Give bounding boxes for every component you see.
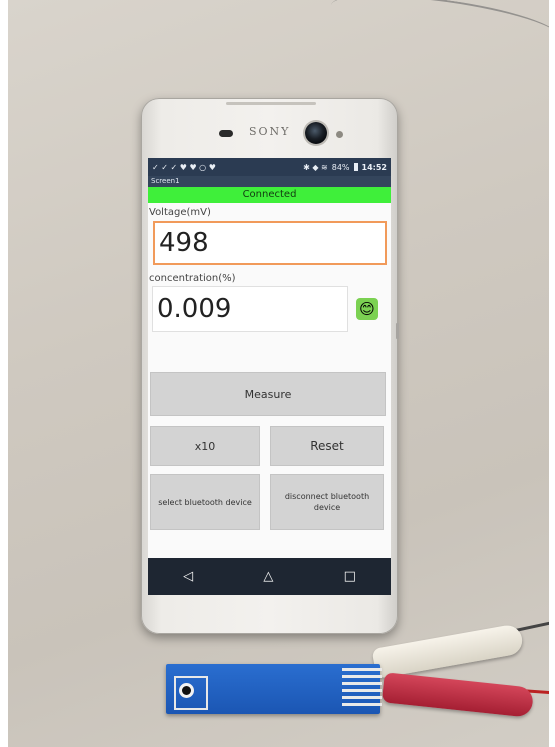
select-bluetooth-button[interactable]: select bluetooth device	[150, 474, 260, 530]
system-icons: ✱ ◆ ≋	[303, 162, 328, 172]
status-notification-icons: ✓ ✓ ✓ ♥ ♥ ○ ♥	[152, 163, 216, 172]
battery-icon	[353, 163, 358, 171]
sensor-pad	[174, 676, 208, 710]
voltage-value-field[interactable]: 498	[153, 221, 387, 265]
battery-level: 84%	[331, 162, 350, 172]
status-bar: ✓ ✓ ✓ ♥ ♥ ○ ♥ ✱ ◆ ≋ 84% 14:52	[148, 158, 391, 176]
back-icon[interactable]: ◁	[183, 569, 193, 584]
status-system-icons: ✱ ◆ ≋ 84% 14:52	[303, 163, 387, 172]
status-time: 14:52	[361, 162, 387, 172]
proximity-sensor	[336, 131, 343, 138]
sensor-strip	[166, 664, 382, 714]
concentration-label: concentration(%)	[149, 273, 236, 284]
app-title-bar: Screen1	[148, 176, 391, 187]
home-icon[interactable]: △	[263, 569, 273, 584]
x10-button[interactable]: x10	[150, 426, 260, 466]
notification-icons: ✓ ✓ ✓ ♥ ♥ ○ ♥	[152, 162, 216, 172]
background-cable	[328, 0, 555, 58]
sensor-electrode-fingers	[342, 668, 382, 710]
phone-device: SONY ✓ ✓ ✓ ♥ ♥ ○ ♥ ✱ ◆ ≋ 84% 14:52 Scree…	[141, 98, 399, 634]
side-button[interactable]	[396, 323, 399, 339]
red-alligator-clip	[381, 672, 535, 718]
concentration-value-field[interactable]: 0.009	[152, 286, 348, 332]
white-alligator-clip	[371, 623, 525, 679]
phone-screen: ✓ ✓ ✓ ♥ ♥ ○ ♥ ✱ ◆ ≋ 84% 14:52 Screen1 Co…	[148, 158, 391, 595]
reset-button[interactable]: Reset	[270, 426, 384, 466]
concentration-row: 0.009 😊	[152, 286, 391, 332]
smiley-face-icon: 😊	[356, 298, 378, 320]
android-nav-bar: ◁ △ □	[148, 558, 391, 595]
connection-status-banner: Connected	[148, 187, 391, 203]
voltage-label: Voltage(mV)	[149, 207, 211, 218]
earpiece-speaker	[219, 130, 233, 137]
phone-top-groove	[226, 102, 316, 105]
front-camera-icon	[305, 122, 327, 144]
disconnect-bluetooth-button[interactable]: disconnect bluetooth device	[270, 474, 384, 530]
recents-icon[interactable]: □	[344, 569, 356, 584]
phone-brand: SONY	[249, 125, 291, 138]
sensor-hole-icon	[182, 686, 191, 695]
measure-button[interactable]: Measure	[150, 372, 386, 416]
